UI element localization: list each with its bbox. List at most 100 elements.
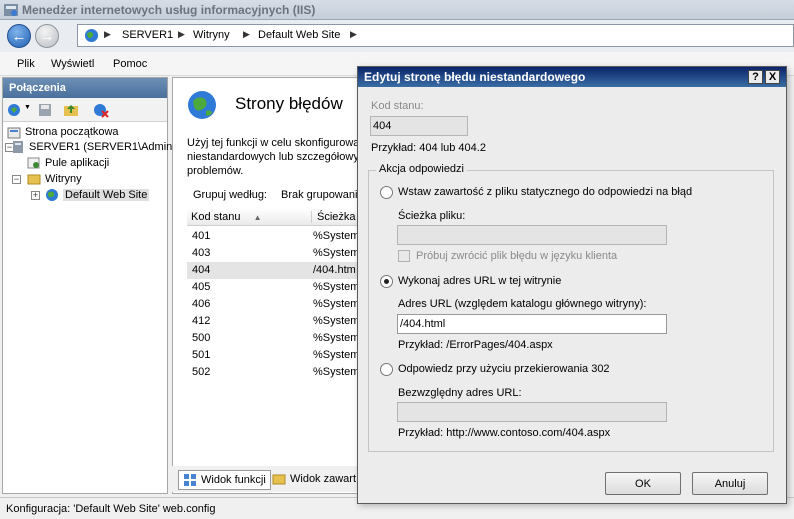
status-code-cell: 401 [192, 230, 211, 242]
chevron-right-icon: ▶ [243, 29, 250, 39]
status-code-cell: 406 [192, 298, 211, 310]
save-icon[interactable] [37, 102, 53, 118]
error-pages-globe-icon [188, 91, 216, 119]
status-code-label: Kod stanu: [371, 100, 424, 112]
group-by-label: Grupuj według: [193, 189, 267, 201]
table-row[interactable]: 405 %System [187, 279, 361, 296]
radio-static-file[interactable] [380, 186, 393, 199]
table-row[interactable]: 501 %System [187, 347, 361, 364]
folder-up-icon[interactable] [63, 102, 79, 118]
page-title: Strony błędów [235, 94, 343, 113]
table-row[interactable]: 403 %System [187, 245, 361, 262]
option-static-file-label: Wstaw zawartość z pliku statycznego do o… [398, 186, 693, 198]
tab-content-view[interactable]: Widok zawart [268, 470, 360, 490]
status-code-example: Przykład: 404 lub 404.2 [371, 142, 486, 154]
response-action-label: Akcja odpowiedzi [376, 163, 467, 175]
status-code-cell: 404 [192, 264, 211, 276]
absolute-url-field[interactable] [397, 402, 667, 422]
help-button[interactable]: ? [748, 70, 763, 84]
url-field[interactable]: /404.html [397, 314, 667, 334]
chevron-right-icon: ▶ [350, 29, 357, 39]
disconnect-icon[interactable] [93, 102, 109, 118]
column-path[interactable]: Ścieżka [311, 211, 356, 223]
view-tabs: Widok funkcji Widok zawart [172, 466, 362, 492]
menu-file[interactable]: Plik [17, 58, 35, 70]
iis-app-icon [4, 4, 18, 16]
radio-execute-url[interactable] [380, 275, 393, 288]
table-row[interactable]: 406 %System [187, 296, 361, 313]
connections-header: Połączenia [3, 78, 167, 98]
server-icon [13, 141, 23, 153]
status-code-cell: 501 [192, 349, 211, 361]
absolute-url-label: Bezwzględny adres URL: [398, 387, 522, 399]
features-view-icon [184, 474, 196, 486]
forward-button[interactable]: → [35, 24, 59, 48]
localized-error-label: Próbuj zwrócić plik błędu w języku klien… [416, 250, 618, 262]
option-redirect-label: Odpowiedz przy użyciu przekierowania 302 [398, 363, 610, 375]
chevron-down-icon[interactable]: ▼ [24, 104, 31, 111]
absolute-url-example: Przykład: http://www.contoso.com/404.asp… [398, 427, 611, 439]
arrow-left-icon: ← [11, 27, 27, 45]
tab-features-view[interactable]: Widok funkcji [178, 470, 271, 490]
url-example: Przykład: /ErrorPages/404.aspx [398, 339, 553, 351]
tree-expand-default-site[interactable]: + [31, 191, 40, 200]
path-cell: %System [313, 366, 360, 378]
address-bar: ← → ▶ SERVER1 ▶ Witryny ▶ Default Web Si… [0, 20, 794, 52]
tree-collapse-sites[interactable]: − [12, 175, 21, 184]
connect-icon[interactable] [7, 102, 23, 118]
path-cell: %System [313, 349, 360, 361]
window-titlebar: Menedżer internetowych usług informacyjn… [0, 0, 794, 20]
url-label: Adres URL (względem katalogu głównego wi… [398, 298, 647, 310]
sort-ascending-icon: ▲ [253, 213, 262, 222]
back-button[interactable]: ← [7, 24, 31, 48]
folder-icon [27, 174, 41, 185]
radio-redirect-302[interactable] [380, 363, 393, 376]
home-page-icon [7, 127, 21, 139]
connections-toolbar: ▼ [3, 98, 167, 122]
status-text: Konfiguracja: 'Default Web Site' web.con… [6, 503, 216, 515]
file-path-label: Ścieżka pliku: [398, 210, 466, 222]
column-status-code[interactable]: Kod stanu ▲ [191, 211, 262, 223]
ok-button[interactable]: OK [605, 472, 681, 495]
group-by-select[interactable]: Brak grupowania [281, 187, 361, 205]
content-view-icon [272, 474, 286, 485]
path-cell: %System [313, 230, 360, 242]
breadcrumb-default-site[interactable]: Default Web Site [258, 29, 340, 41]
chevron-right-icon: ▶ [104, 29, 111, 39]
path-cell: %System [313, 332, 360, 344]
path-cell: /404.htm [313, 264, 356, 276]
breadcrumb[interactable]: ▶ SERVER1 ▶ Witryny ▶ Default Web Site ▶ [77, 24, 794, 47]
path-cell: %System [313, 298, 360, 310]
connections-pane: Połączenia ▼ Strona początkowa − SERVER1… [2, 77, 183, 494]
menu-view[interactable]: Wyświetl [51, 58, 94, 70]
dialog-title: Edytuj stronę błędu niestandardowego [358, 67, 786, 87]
status-code-cell: 500 [192, 332, 211, 344]
status-code-cell: 403 [192, 247, 211, 259]
status-code-cell: 412 [192, 315, 211, 327]
table-header: Kod stanu ▲ Ścieżka [187, 208, 361, 226]
file-path-field[interactable] [397, 225, 667, 245]
close-button[interactable]: X [765, 70, 780, 84]
path-cell: %System [313, 247, 360, 259]
breadcrumb-sites[interactable]: Witryny [193, 29, 230, 41]
feature-description: Użyj tej funkcji w celu skonfigurowa nie… [187, 137, 360, 177]
path-cell: %System [313, 315, 360, 327]
status-code-cell: 405 [192, 281, 211, 293]
menu-help[interactable]: Pomoc [113, 58, 147, 70]
globe-icon [46, 189, 58, 201]
localized-error-checkbox[interactable] [398, 250, 410, 262]
table-row[interactable]: 412 %System [187, 313, 361, 330]
table-row[interactable]: 500 %System [187, 330, 361, 347]
edit-custom-error-dialog: Edytuj stronę błędu niestandardowego ? X… [357, 66, 787, 504]
table-row[interactable]: 401 %System [187, 228, 361, 245]
table-row[interactable]: 502 %System [187, 364, 361, 381]
chevron-right-icon: ▶ [178, 29, 185, 39]
breadcrumb-server[interactable]: SERVER1 [122, 29, 173, 41]
cancel-button[interactable]: Anuluj [692, 472, 768, 495]
window-title: Menedżer internetowych usług informacyjn… [22, 3, 316, 17]
table-row[interactable]: 404/404.htm [187, 262, 361, 279]
option-execute-url-label: Wykonaj adres URL w tej witrynie [398, 275, 562, 287]
status-code-cell: 502 [192, 366, 211, 378]
arrow-right-icon: → [39, 27, 55, 45]
status-code-field[interactable]: 404 [370, 116, 468, 136]
